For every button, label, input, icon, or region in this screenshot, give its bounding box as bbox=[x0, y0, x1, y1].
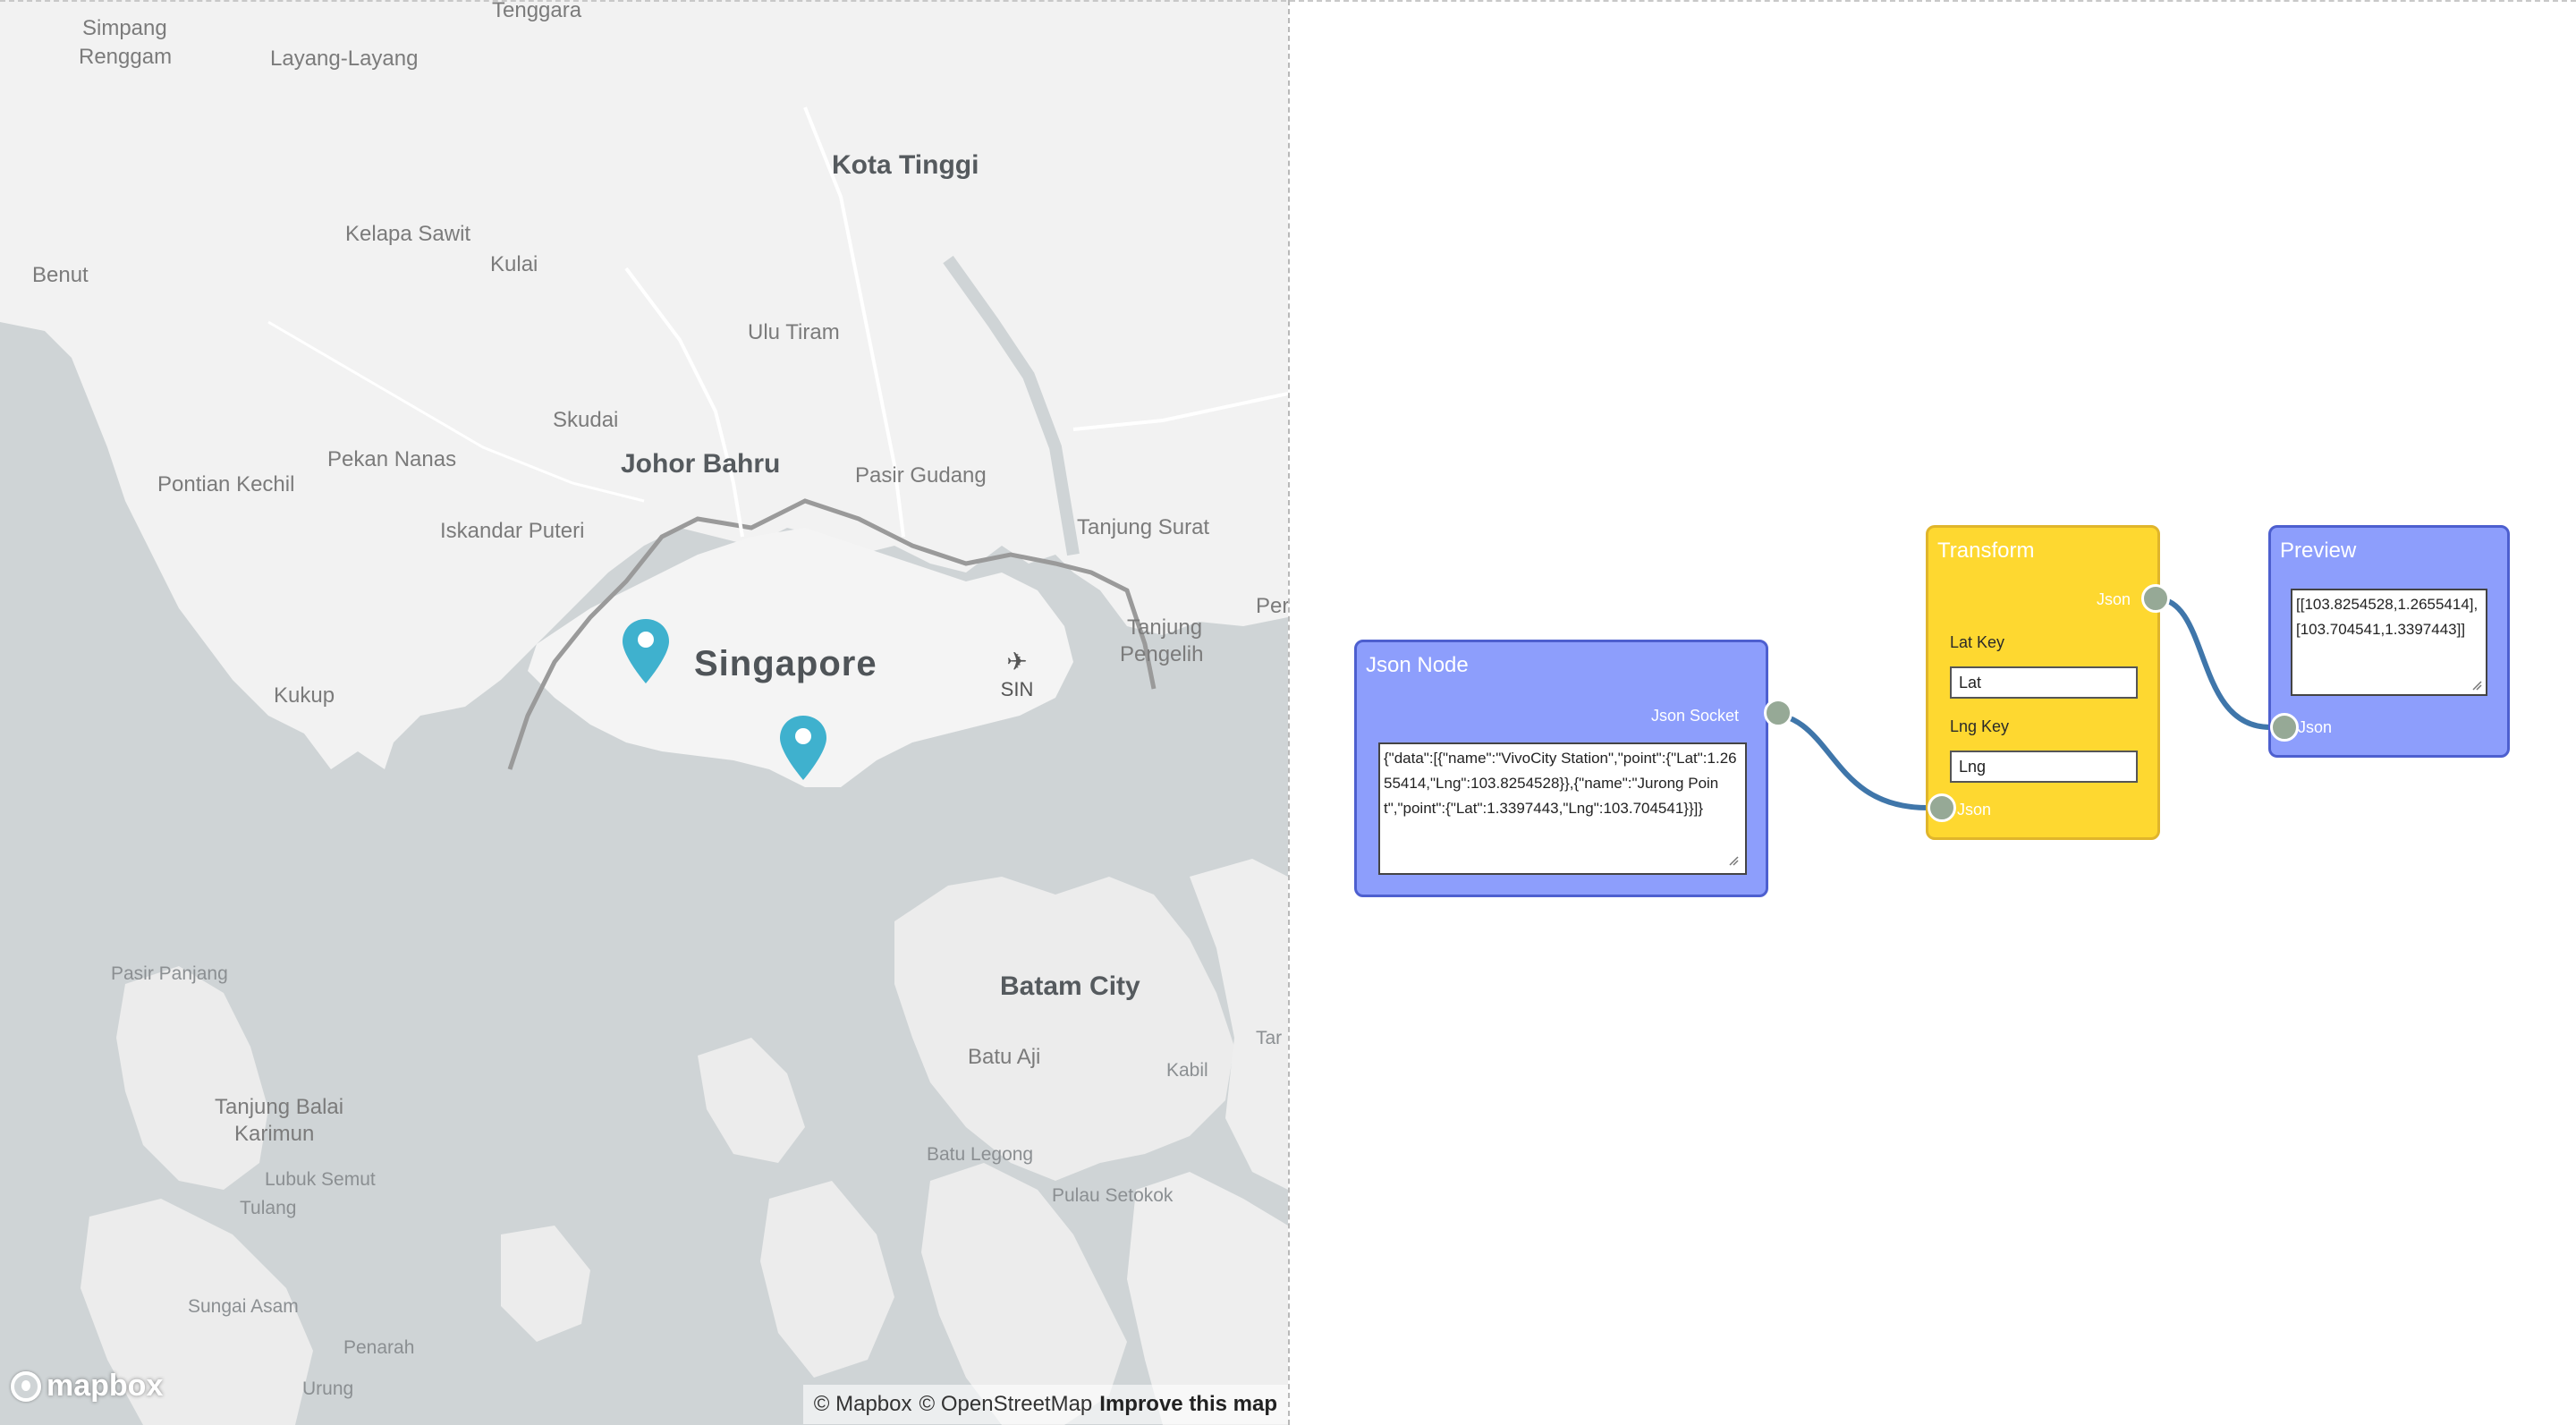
lat-key-input[interactable] bbox=[1950, 666, 2138, 699]
place-label: Kulai bbox=[490, 252, 538, 276]
place-label: Kabil bbox=[1166, 1060, 1208, 1081]
place-label: Pengelih bbox=[1120, 642, 1204, 666]
place-label: Pulau Setokok bbox=[1052, 1185, 1174, 1206]
node-title: Preview bbox=[2280, 539, 2357, 563]
place-label: Simpang bbox=[82, 16, 167, 40]
place-label: Tanjung Surat bbox=[1077, 515, 1210, 539]
json-input-textarea[interactable]: {"data":[{"name":"VivoCity Station","poi… bbox=[1378, 742, 1747, 875]
place-label: Batu Aji bbox=[968, 1045, 1041, 1069]
json-node[interactable]: Json Node Json Socket {"data":[{"name":"… bbox=[1354, 640, 1768, 897]
place-label: Karimun bbox=[234, 1122, 315, 1146]
place-label: Batu Legong bbox=[927, 1144, 1034, 1165]
resize-grip-icon[interactable] bbox=[2471, 680, 2482, 691]
place-label: Johor Bahru bbox=[621, 449, 781, 479]
place-label: Pekan Nanas bbox=[327, 447, 457, 471]
input-socket-label: Json bbox=[1957, 801, 1992, 819]
place-label: Pasir Gudang bbox=[855, 463, 987, 488]
airport-label: ✈ SIN bbox=[999, 649, 1035, 701]
place-label: Sungai Asam bbox=[188, 1296, 299, 1317]
preview-output-textarea[interactable]: [[103.8254528,1.2655414],[103.704541,1.3… bbox=[2291, 589, 2487, 696]
place-label: Pontian Kechil bbox=[157, 472, 295, 496]
airplane-icon: ✈ bbox=[1006, 648, 1028, 675]
place-label: Kota Tinggi bbox=[832, 150, 979, 180]
mapbox-logo-icon bbox=[11, 1370, 41, 1402]
output-socket-label: Json bbox=[2096, 590, 2131, 608]
input-socket-label: Json bbox=[2298, 718, 2333, 736]
map-view[interactable]: Simpang Renggam Tenggara Layang-Layang K… bbox=[0, 0, 1288, 1425]
map-attribution: © Mapbox © OpenStreetMap Improve this ma… bbox=[802, 1385, 1288, 1424]
land-batam bbox=[894, 877, 1234, 1181]
place-label: Pasir Panjang bbox=[111, 963, 228, 984]
preview-node[interactable]: Preview [[103.8254528,1.2655414],[103.70… bbox=[2268, 525, 2510, 758]
place-label: Kelapa Sawit bbox=[345, 222, 471, 246]
transform-node[interactable]: Transform Json Lat Key Lng Key Json bbox=[1926, 525, 2160, 840]
place-label: Tanjung bbox=[1127, 615, 1203, 640]
place-label: Tanjung Balai bbox=[215, 1095, 344, 1119]
place-label: Urung bbox=[302, 1378, 354, 1399]
place-label: Tulang bbox=[240, 1198, 297, 1218]
place-label: Singapore bbox=[694, 644, 877, 683]
connection-wire bbox=[2155, 596, 2271, 730]
place-label: Lubuk Semut bbox=[265, 1169, 376, 1190]
connection-wire bbox=[1763, 710, 1928, 810]
mapbox-logo-text: mapbox bbox=[47, 1369, 164, 1403]
lat-key-label: Lat Key bbox=[1950, 633, 2005, 651]
place-label: Layang-Layang bbox=[270, 47, 419, 71]
place-label: Ulu Tiram bbox=[748, 320, 840, 344]
preview-node-input-socket[interactable] bbox=[2270, 713, 2299, 742]
improve-map-link[interactable]: Improve this map bbox=[1099, 1392, 1277, 1417]
resize-grip-icon[interactable] bbox=[1728, 855, 1739, 866]
place-label: Per bbox=[1256, 594, 1288, 618]
place-label: Penarah bbox=[343, 1337, 415, 1358]
map-canvas[interactable] bbox=[0, 0, 1288, 1425]
land-island-b bbox=[760, 1181, 894, 1378]
place-label: Skudai bbox=[553, 408, 619, 432]
place-label: Batam City bbox=[1000, 971, 1140, 1001]
land-karimun bbox=[116, 966, 268, 1190]
place-label: Iskandar Puteri bbox=[440, 519, 585, 543]
node-editor-canvas[interactable]: Json Node Json Socket {"data":[{"name":"… bbox=[1290, 0, 2576, 1425]
place-label: Tar bbox=[1256, 1028, 1283, 1048]
output-socket-label: Json Socket bbox=[1650, 707, 1739, 725]
place-label: Kukup bbox=[274, 683, 335, 708]
land-island-c bbox=[501, 1226, 590, 1342]
attribution-mapbox-link[interactable]: © Mapbox bbox=[814, 1392, 912, 1417]
map-marker-pin-icon[interactable] bbox=[621, 617, 671, 685]
json-node-output-socket[interactable] bbox=[1764, 699, 1792, 727]
place-label: Renggam bbox=[79, 45, 173, 69]
transform-node-input-socket[interactable] bbox=[1928, 793, 1956, 822]
map-marker-pin-icon[interactable] bbox=[778, 714, 828, 782]
node-title: Json Node bbox=[1366, 653, 1469, 677]
node-title: Transform bbox=[1937, 539, 2035, 563]
place-label: Benut bbox=[32, 263, 89, 287]
land-island-a bbox=[698, 1038, 805, 1163]
transform-node-output-socket[interactable] bbox=[2141, 584, 2170, 613]
lng-key-label: Lng Key bbox=[1950, 717, 2010, 735]
place-label: Tenggara bbox=[492, 0, 582, 22]
attribution-osm-link[interactable]: © OpenStreetMap bbox=[919, 1392, 1093, 1417]
lng-key-input[interactable] bbox=[1950, 751, 2138, 783]
airport-code: SIN bbox=[1000, 678, 1034, 700]
mapbox-logo[interactable]: mapbox bbox=[11, 1369, 163, 1404]
